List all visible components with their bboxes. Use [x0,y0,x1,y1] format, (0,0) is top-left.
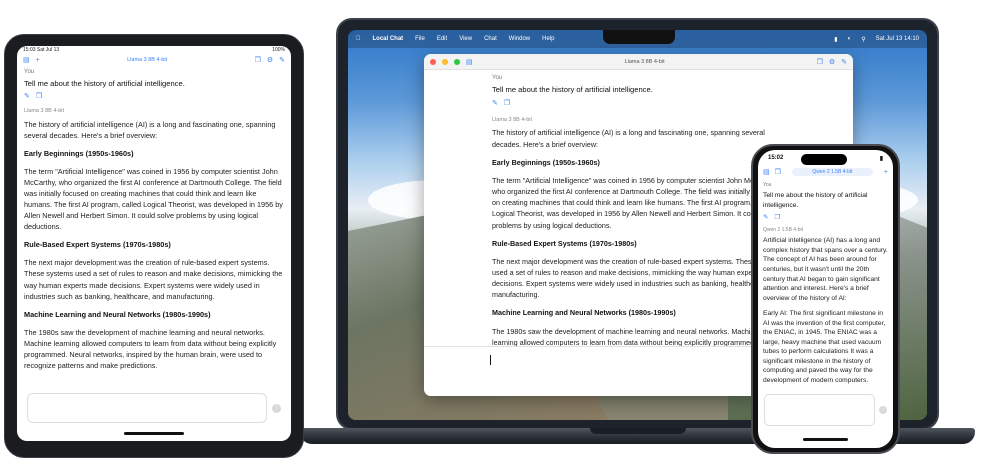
menu-window[interactable]: Window [509,36,530,42]
response-heading: Machine Learning and Neural Networks (19… [24,309,211,319]
iphone-chat-transcript: You Tell me about the history of artific… [758,178,893,385]
menu-edit[interactable]: Edit [437,36,447,42]
macbook-lip [590,428,686,434]
copy-icon[interactable]: ❐ [774,213,780,222]
response-intro: The history of artificial intelligence (… [492,128,765,149]
new-chat-icon[interactable]: + [884,169,888,176]
response-paragraph: Early AI: The first significant mileston… [763,310,886,384]
iphone-nav-bar: ▤ ❐ Qwen 2 1.5B 4-bit + [758,166,893,178]
message-actions: ✎ ❐ [492,99,785,110]
user-prompt: Tell me about the history of artificial … [492,85,653,95]
iphone-status-time: 15:02 [768,155,784,161]
response-heading: Early Beginnings (1950s-1960s) [492,157,600,167]
send-button[interactable]: ↑ [272,404,281,413]
edit-icon[interactable]: ✎ [492,99,498,110]
battery-icon[interactable]: ▮ [834,36,837,43]
iphone-message-input[interactable] [764,394,875,426]
iphone-model-selector[interactable]: Qwen 2 1.5B 4-bit [791,168,873,176]
mac-window-toolbar: ▤ Llama 3 8B 4-bit ❐ ⚙ ✎ [424,54,853,70]
response-paragraph: The next major development was the creat… [24,258,283,301]
response-heading: Rule-Based Expert Systems (1970s-1980s) [492,238,637,248]
response-paragraph: Artificial intelligence (AI) has a long … [763,237,888,302]
zoom-window-button[interactable] [454,58,460,65]
user-label: You [24,69,35,75]
copy-icon[interactable]: ❐ [817,58,823,66]
sidebar-toggle-icon[interactable]: ▤ [763,168,770,176]
wifi-icon[interactable]: ◐ [848,36,852,43]
model-label: Qwen 2 1.5B 4-bit [763,227,804,234]
response-paragraph: The next major development was the creat… [492,256,784,300]
menubar-app-name[interactable]: Local Chat [373,36,404,42]
camera-notch [603,30,675,44]
response-paragraph: The term "Artificial Intelligence" was c… [492,175,780,230]
user-label: You [492,75,503,81]
home-indicator [803,438,848,441]
menu-help[interactable]: Help [542,36,554,42]
message-actions: ✎ ❐ [763,213,889,222]
apple-icon[interactable]:  [356,36,361,42]
copy-icon[interactable]: ❐ [36,92,42,103]
settings-icon[interactable]: ⚙ [829,58,835,66]
ipad-chat-transcript: You Tell me about the history of artific… [17,66,291,371]
new-chat-icon[interactable]: + [36,57,40,64]
model-label: Llama 3 8B 4-bit [492,116,533,123]
ipad-message-input[interactable] [27,393,267,423]
sidebar-toggle-icon[interactable]: ▤ [23,56,30,64]
battery-icon: ▮ [879,156,883,162]
edit-icon[interactable]: ✎ [24,92,30,103]
menu-view[interactable]: View [459,36,472,42]
response-heading: Early Beginnings (1950s-1960s) [24,148,134,158]
response-intro: The history of artificial intelligence (… [24,119,276,140]
dynamic-island [801,154,847,165]
ipad-status-time: 15:03 Sat Jul 13 [23,47,60,53]
ipad-screen: 15:03 Sat Jul 13 100% ▤ + Llama 3 8B 4-b… [17,46,291,441]
sidebar-toggle-icon[interactable]: ▤ [466,58,473,66]
send-button[interactable]: ↑ [879,406,887,414]
response-heading: Rule-Based Expert Systems (1970s-1980s) [24,240,171,250]
search-icon[interactable]: ⚲ [861,36,865,43]
minimize-window-button[interactable] [442,58,448,65]
message-actions: ✎ ❐ [24,92,284,103]
ipad-nav-bar: ▤ + Llama 3 8B 4-bit ❐ ⚙ ✎ [17,54,291,66]
edit-icon[interactable]: ✎ [763,213,768,222]
text-caret [490,355,491,365]
copy-icon[interactable]: ❐ [255,56,261,64]
ipad-status-bar: 15:03 Sat Jul 13 100% [17,46,291,54]
close-window-button[interactable] [430,58,436,65]
new-chat-icon[interactable]: ✎ [841,58,847,66]
response-paragraph: The 1980s saw the development of machine… [24,327,277,371]
model-label: Llama 3 8B 4-bit [24,108,65,115]
menu-file[interactable]: File [415,36,425,42]
copy-icon[interactable]: ❐ [504,99,510,110]
mac-window-title[interactable]: Llama 3 8B 4-bit [479,59,811,65]
compose-icon[interactable]: ✎ [279,56,285,64]
response-heading: Machine Learning and Neural Networks (19… [492,308,676,318]
settings-icon[interactable]: ⚙ [267,56,273,64]
ipad-model-selector[interactable]: Llama 3 8B 4-bit [46,57,249,63]
user-label: You [763,182,772,188]
user-prompt: Tell me about the history of artificial … [763,192,868,209]
response-paragraph: The term "Artificial Intelligence" was c… [24,166,283,232]
menu-chat[interactable]: Chat [484,36,497,42]
iphone-screen: 15:02 ▮ ▤ ❐ Qwen 2 1.5B 4-bit + You Tell… [758,150,893,448]
copy-icon[interactable]: ❐ [775,168,781,176]
home-indicator [124,432,184,435]
user-prompt: Tell me about the history of artificial … [24,79,185,89]
ipad-battery: 100% [272,47,285,53]
menubar-clock[interactable]: Sat Jul 13 14:10 [876,36,919,43]
